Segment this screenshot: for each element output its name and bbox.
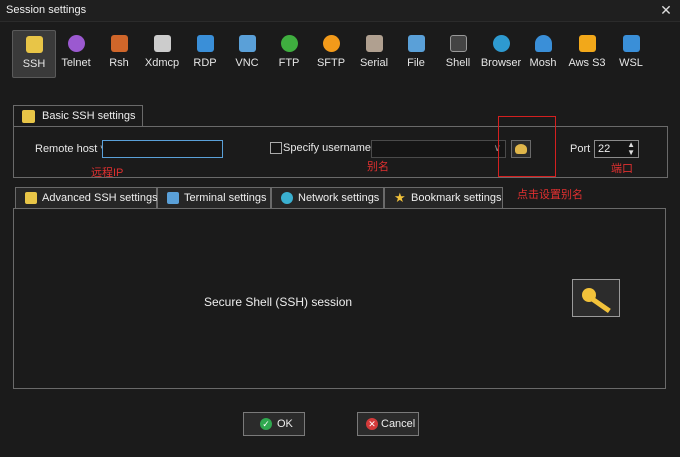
protocol-rsh-button[interactable]: Rsh (98, 30, 140, 76)
tab-network-settings[interactable]: Network settings (271, 187, 384, 208)
cancel-button[interactable]: ✕ Cancel (357, 412, 419, 436)
tab-label: Terminal settings (184, 192, 267, 204)
ssh-key-icon (572, 279, 620, 317)
settings-panel: Secure Shell (SSH) session (13, 208, 666, 389)
protocol-rdp-button[interactable]: RDP (184, 30, 226, 76)
protocol-ssh-button[interactable]: SSH (12, 30, 56, 78)
file-icon (407, 35, 425, 52)
annotation-alias: 别名 (367, 161, 389, 173)
check-icon: ✓ (260, 418, 272, 430)
tab-bookmark-settings[interactable]: ★ Bookmark settings (384, 187, 503, 208)
xdmcp-icon (153, 35, 171, 52)
tab-basic-ssh-settings[interactable]: Basic SSH settings (13, 105, 143, 127)
star-icon: ★ (394, 190, 406, 205)
specify-username-label: Specify username (283, 142, 372, 154)
tab-label: Advanced SSH settings (42, 192, 158, 204)
ftp-icon (280, 35, 298, 52)
remote-host-label: Remote host * (35, 143, 105, 155)
protocol-ftp-button[interactable]: FTP (268, 30, 310, 76)
protocol-label: Xdmcp (144, 57, 180, 69)
protocol-label: Browser (480, 57, 522, 69)
wsl-icon (622, 35, 640, 52)
protocol-browser-button[interactable]: Browser (480, 30, 522, 76)
protocol-label: Rsh (109, 57, 129, 69)
protocol-shell-button[interactable]: Shell (437, 30, 479, 76)
protocol-aws-s3-button[interactable]: Aws S3 (564, 30, 610, 76)
ssh-key-icon (25, 36, 43, 53)
protocol-file-button[interactable]: File (395, 30, 437, 76)
session-description: Secure Shell (SSH) session (204, 295, 353, 309)
basic-settings-group: Remote host * 远程IP Specify username ∨ 别名… (13, 126, 668, 179)
protocol-label: Telnet (61, 57, 91, 69)
annotation-port: 端口 (611, 163, 633, 175)
vnc-icon (238, 35, 256, 52)
ok-label: OK (277, 418, 293, 430)
protocol-label: Serial (359, 57, 389, 69)
annotation-remote-ip: 远程IP (91, 167, 124, 179)
protocol-label: SFTP (316, 57, 346, 69)
ok-button[interactable]: ✓ OK (243, 412, 305, 436)
serial-icon (365, 35, 383, 52)
protocol-sftp-button[interactable]: SFTP (310, 30, 352, 76)
annotation-click-set-alias: 点击设置别名 (517, 189, 583, 201)
remote-host-input[interactable] (102, 140, 223, 158)
protocol-label: File (407, 57, 425, 69)
protocol-label: VNC (235, 57, 259, 69)
port-value: 22 (598, 143, 611, 155)
protocol-label: Mosh (529, 57, 557, 69)
protocol-label: WSL (619, 57, 643, 69)
cancel-icon: ✕ (366, 418, 378, 430)
network-icon (281, 192, 293, 204)
spinner-arrows-icon[interactable]: ▲ ▼ (627, 141, 635, 157)
protocol-label: RDP (193, 57, 217, 69)
protocol-toolbar: SSH Telnet Rsh Xdmcp RDP VNC FTP SFTP Se… (12, 30, 662, 80)
terminal-icon (167, 192, 179, 204)
protocol-wsl-button[interactable]: WSL (610, 30, 652, 76)
protocol-label: Aws S3 (568, 57, 606, 69)
sftp-icon (322, 35, 340, 52)
key-icon (22, 110, 35, 123)
key-shaft (591, 297, 611, 314)
close-icon[interactable]: ✕ (658, 2, 674, 18)
specify-username-checkbox[interactable] (270, 142, 282, 154)
port-input[interactable]: 22 ▲ ▼ (594, 140, 639, 158)
protocol-mosh-button[interactable]: Mosh (522, 30, 564, 76)
port-label: Port (570, 143, 591, 155)
protocol-label: Shell (445, 57, 471, 69)
protocol-vnc-button[interactable]: VNC (226, 30, 268, 76)
aws-s3-icon (578, 35, 596, 52)
window-title: Session settings (6, 4, 87, 16)
shell-icon (449, 35, 467, 52)
protocol-xdmcp-button[interactable]: Xdmcp (141, 30, 183, 76)
browser-icon (492, 35, 510, 52)
rsh-icon (110, 35, 128, 52)
protocol-serial-button[interactable]: Serial (353, 30, 395, 76)
tab-terminal-settings[interactable]: Terminal settings (157, 187, 271, 208)
tab-label: Bookmark settings (411, 192, 502, 204)
protocol-telnet-button[interactable]: Telnet (55, 30, 97, 76)
cancel-label: Cancel (381, 418, 416, 430)
title-bar: Session settings ✕ (0, 0, 680, 22)
session-settings-window: SSH Telnet Rsh Xdmcp RDP VNC FTP SFTP Se… (0, 22, 680, 457)
protocol-label: FTP (278, 57, 300, 69)
tab-advanced-ssh-settings[interactable]: Advanced SSH settings (15, 187, 158, 208)
tab-label: Network settings (298, 192, 380, 204)
protocol-label: SSH (22, 58, 46, 70)
tab-label: Basic SSH settings (42, 110, 136, 122)
key-icon (25, 192, 37, 204)
highlight-box (498, 116, 556, 177)
username-dropdown[interactable]: ∨ (371, 140, 506, 158)
mosh-icon (534, 35, 552, 52)
telnet-icon (67, 35, 85, 52)
rdp-icon (196, 35, 214, 52)
